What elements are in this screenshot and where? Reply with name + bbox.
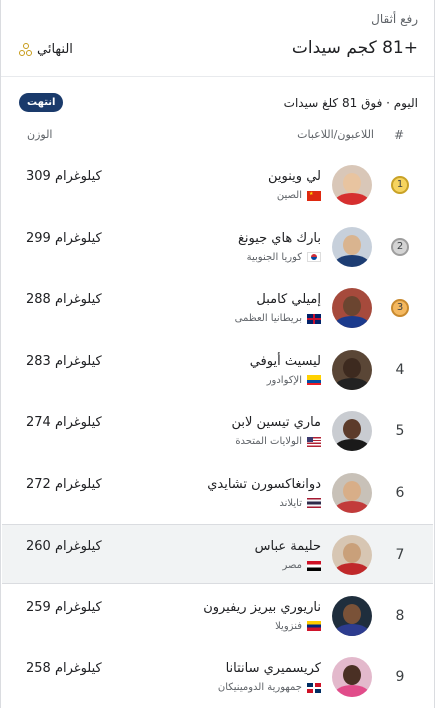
country-name: فنزويلا — [275, 620, 302, 632]
venezuela-flag-icon — [307, 621, 321, 631]
athlete-avatar — [332, 411, 372, 451]
country-name: الصين — [276, 190, 302, 201]
rank-number: 6 — [395, 484, 405, 501]
medals-icon — [19, 42, 33, 57]
athlete-name[interactable]: كريسميري سانتانا — [226, 661, 321, 676]
bronze-medal-rank: 3 — [391, 299, 409, 317]
sport-label: رفع أثقال — [371, 12, 418, 26]
athlete-name[interactable]: ماري تيسين لابن — [231, 415, 321, 430]
athlete-avatar — [332, 165, 372, 205]
athlete-row[interactable]: 3 إميلي كامبل بريطانيا العظمى 288 كيلوغرام — [2, 278, 433, 338]
athlete-avatar — [332, 472, 372, 513]
athlete-weight: 274 كيلوغرام — [26, 415, 102, 430]
rank-number: 9 — [395, 669, 405, 685]
country-name: مصر — [282, 560, 302, 571]
athlete-weight: 259 كيلوغرام — [26, 599, 102, 615]
rank-number: 7 — [395, 547, 405, 563]
rank-number: 5 — [395, 423, 405, 439]
usa-flag-icon — [307, 436, 321, 447]
athlete-name[interactable]: لي وينوين — [268, 169, 321, 184]
column-header-weight: الوزن — [27, 128, 53, 141]
country-name: الولايات المتحدة — [235, 436, 302, 447]
athlete-avatar — [332, 595, 372, 636]
country-name: الإكوادور — [266, 374, 302, 386]
athlete-row[interactable]: 7 حليمة عباس مصر 260 كيلوغرام — [2, 524, 433, 584]
athlete-row[interactable]: 1 لي وينوين ★ الصين 309 كيلوغرام — [2, 155, 433, 215]
athlete-weight: 272 كيلوغرام — [26, 476, 102, 492]
athlete-weight: 309 كيلوغرام — [26, 169, 102, 184]
country-name: تايلاند — [279, 497, 302, 509]
korea-flag-icon — [307, 252, 321, 262]
column-header-rank: # — [393, 128, 404, 142]
status-badge: انتهت — [19, 93, 64, 112]
china-flag-icon: ★ — [307, 190, 321, 201]
athlete-weight: 258 كيلوغرام — [26, 661, 102, 676]
thailand-flag-icon — [307, 498, 321, 508]
athlete-country: كوريا الجنوبية — [247, 252, 321, 263]
athlete-row[interactable]: 5 ماري تيسين لابن الولايات المتحدة 274 كيلو… — [2, 401, 433, 461]
column-header-athletes: اللاعبون/اللاعبات — [297, 128, 374, 141]
event-title[interactable]: +81 كجم سيدات — [292, 38, 418, 58]
athlete-weight: 299 كيلوغرام — [26, 230, 102, 246]
athlete-row[interactable]: 9 كريسميري سانتانا جمهورية الدومينيكان 258 … — [2, 647, 433, 707]
athlete-row[interactable]: 8 ناريوري بيريز ريفيرون فنزويلا 259 كيلوغرا… — [2, 586, 433, 646]
athlete-avatar — [332, 535, 372, 575]
date-event-line: اليوم · فوق 81 كلغ سيدات — [283, 96, 418, 110]
athlete-country: الإكوادور — [267, 375, 321, 386]
athlete-country: جمهورية الدومينيكان — [218, 682, 321, 693]
uk-flag-icon — [307, 313, 321, 324]
silver-medal-rank: 2 — [391, 237, 409, 256]
athlete-row[interactable]: 4 ليسيث أيوفي الإكوادور 283 كيلوغرام — [2, 340, 433, 400]
country-name: بريطانيا العظمى — [234, 313, 302, 324]
rank-number: 4 — [395, 361, 405, 378]
athlete-weight: 288 كيلوغرام — [26, 292, 102, 307]
athlete-name[interactable]: دوانغاكسورن تشايدي — [207, 477, 321, 492]
athlete-name[interactable]: بارك هاي جيونغ — [238, 231, 321, 246]
stage-text: النهائي — [37, 42, 73, 57]
gold-medal-rank: 1 — [391, 176, 409, 194]
divider — [1, 76, 434, 77]
country-name: جمهورية الدومينيكان — [217, 682, 302, 693]
athlete-country: ★ الصين — [277, 190, 321, 201]
stage-label[interactable]: النهائي — [19, 42, 73, 57]
ecuador-flag-icon — [307, 375, 321, 385]
athlete-row[interactable]: 6 دوانغاكسورن تشايدي تايلاند 272 كيلوغرام — [2, 463, 433, 523]
athlete-name[interactable]: إميلي كامبل — [256, 292, 321, 307]
athlete-country: بريطانيا العظمى — [235, 313, 321, 324]
dominican-flag-icon — [307, 682, 321, 693]
athlete-row[interactable]: 2 بارك هاي جيونغ كوريا الجنوبية 299 كيلوغرا… — [2, 217, 433, 277]
country-name: كوريا الجنوبية — [246, 251, 302, 263]
athlete-weight: 260 كيلوغرام — [26, 539, 102, 554]
athlete-name[interactable]: ليسيث أيوفي — [250, 354, 321, 369]
egypt-flag-icon — [307, 560, 321, 571]
athlete-country: تايلاند — [279, 498, 321, 509]
athlete-avatar — [332, 349, 372, 390]
athlete-avatar — [332, 657, 372, 697]
rank-number: 8 — [395, 607, 405, 624]
athlete-weight: 283 كيلوغرام — [26, 353, 102, 369]
athlete-avatar — [332, 288, 372, 328]
results-card: رفع أثقال +81 كجم سيدات النهائي اليوم · … — [0, 0, 435, 708]
athlete-country: الولايات المتحدة — [235, 436, 321, 447]
athlete-name[interactable]: حليمة عباس — [255, 539, 321, 554]
athlete-avatar — [332, 226, 372, 267]
athlete-country: فنزويلا — [275, 621, 321, 632]
athlete-country: مصر — [282, 560, 321, 571]
athlete-name[interactable]: ناريوري بيريز ريفيرون — [203, 600, 321, 615]
